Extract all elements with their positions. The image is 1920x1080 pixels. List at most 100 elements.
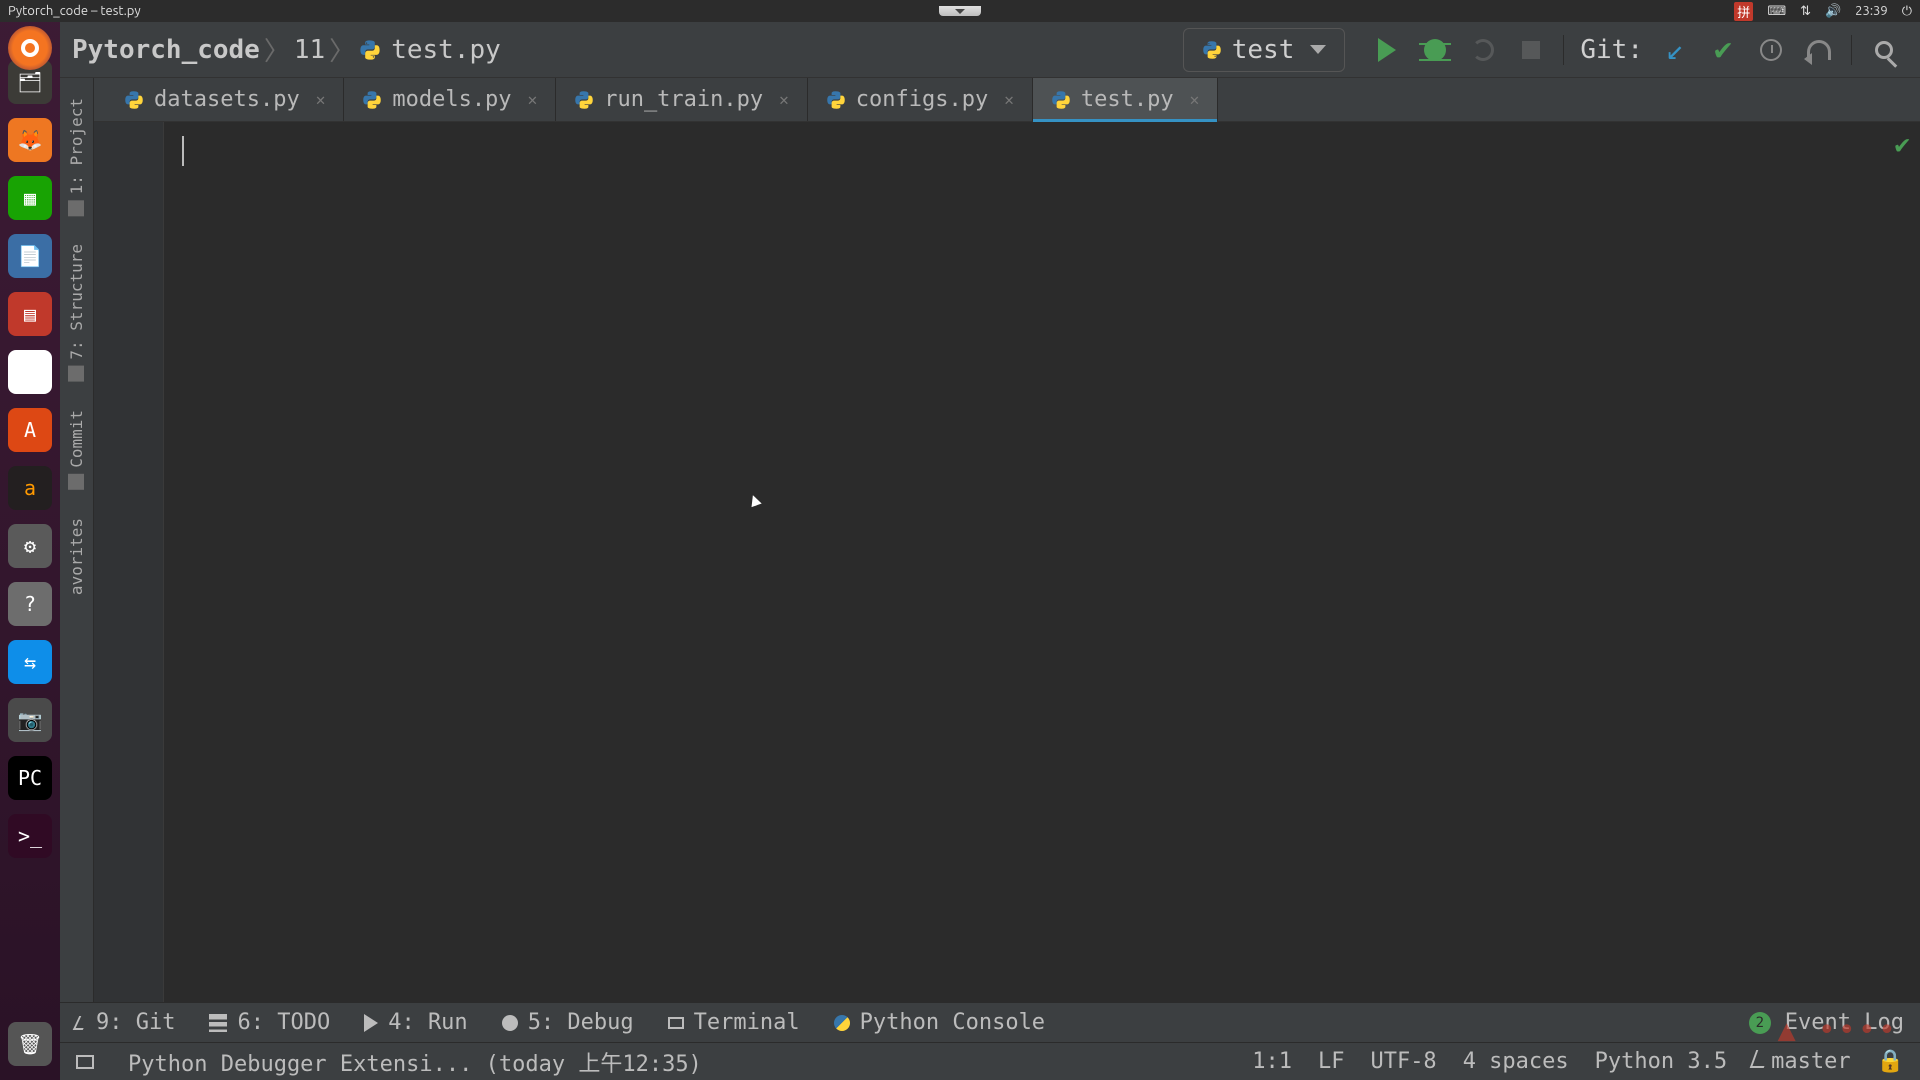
status-message[interactable]: Python Debugger Extensi... (today 上午12:3… [128,1046,702,1078]
commit-tool-tab[interactable]: Commit [67,410,86,490]
run-button[interactable] [1366,29,1408,71]
python-console-tool-tab[interactable]: Python Console [834,1010,1045,1035]
run-tool-tab[interactable]: 4: Run [364,1010,467,1035]
volume-icon[interactable]: 🔊 [1825,4,1841,19]
clock[interactable]: 23:39 [1855,4,1888,18]
play-icon [1378,38,1396,62]
tab-label: configs.py [856,87,988,112]
branch-icon [73,1016,90,1030]
search-icon [1875,41,1893,59]
dock-terminal-icon[interactable]: >_ [8,814,52,858]
debug-button[interactable] [1414,29,1456,71]
close-icon[interactable]: ✕ [779,90,789,109]
vcs-history-button[interactable] [1750,29,1792,71]
status-bar: Python Debugger Extensi... (today 上午12:3… [60,1042,1920,1080]
python-file-icon [1051,90,1071,110]
tab-label: run_train.py [604,87,763,112]
git-label: Git: [1580,35,1643,65]
structure-tool-tab[interactable]: 7: Structure [67,244,86,382]
dock-trash-icon[interactable]: 🗑 [8,1022,52,1066]
toggle-tool-windows-icon[interactable] [76,1055,94,1069]
vcs-rollback-button[interactable] [1798,29,1840,71]
run-coverage-button[interactable] [1462,29,1504,71]
keyboard-icon[interactable]: ⌨ [1767,4,1786,19]
code-editor[interactable]: ✔ ▲ [164,122,1920,1002]
commit-icon [69,474,85,490]
search-everywhere-button[interactable] [1863,29,1905,71]
network-icon[interactable]: ⇅ [1800,4,1811,19]
dock-calc-icon[interactable]: ▦ [8,176,52,220]
line-separator[interactable]: LF [1318,1049,1345,1074]
bottom-tool-tabs: 9: Git 6: TODO 4: Run 5: Debug Terminal … [60,1002,1920,1042]
structure-icon [69,366,85,382]
dock-impress-icon[interactable]: ▤ [8,292,52,336]
python-interpreter[interactable]: Python 3.5 [1595,1049,1727,1074]
ubuntu-launcher-icon[interactable] [8,26,52,70]
stop-icon [1522,41,1540,59]
dock-screenshot-icon[interactable]: 📷 [8,698,52,742]
window-title: Pytorch_code – test.py [8,4,141,18]
terminal-tool-tab[interactable]: Terminal [668,1010,800,1035]
menu-dropdown-handle[interactable] [939,6,981,16]
tab-test[interactable]: test.py ✕ [1033,78,1218,121]
dock-settings-icon[interactable]: ⚙ [8,524,52,568]
debug-tool-tab[interactable]: 5: Debug [502,1010,634,1035]
python-icon [834,1015,850,1031]
pycharm-window: Pytorch_code 〉 11 〉 test.py test Git: ↙ … [60,22,1920,1080]
python-file-icon [124,90,144,110]
close-icon[interactable]: ✕ [1190,90,1200,109]
dock-pycharm-icon[interactable]: PC [8,756,52,800]
vcs-commit-button[interactable]: ✔ [1702,29,1744,71]
file-encoding[interactable]: UTF-8 [1370,1049,1436,1074]
run-config-name: test [1232,35,1295,65]
chevron-down-icon [1310,45,1326,54]
run-configuration-selector[interactable]: test [1183,28,1346,72]
event-log-tool-tab[interactable]: 2Event Log [1749,1010,1904,1035]
breadcrumb-file[interactable]: test.py [391,35,501,65]
breadcrumb[interactable]: Pytorch_code 〉 11 〉 test.py [72,31,501,68]
git-tool-tab[interactable]: 9: Git [76,1010,175,1035]
branch-icon [1750,1050,1771,1068]
dock-writer-icon[interactable]: 📄 [8,234,52,278]
tab-label: test.py [1081,87,1174,112]
editor-tabs: datasets.py ✕ models.py ✕ run_train.py ✕… [94,78,1920,122]
left-tool-stripe: 1: Project 7: Structure Commit avorites [60,78,94,1002]
git-branch[interactable]: master [1753,1049,1850,1074]
system-menu-icon[interactable]: ⏻ [1902,4,1912,19]
dock-firefox-icon[interactable]: 🦊 [8,118,52,162]
terminal-icon [668,1017,684,1029]
dock-help-icon[interactable]: ? [8,582,52,626]
vcs-update-button[interactable]: ↙ [1654,29,1696,71]
dock-amazon-icon[interactable]: a [8,466,52,510]
analysis-ok-icon[interactable]: ✔ [1894,130,1910,160]
tray-input-method[interactable]: 拼 [1734,2,1753,21]
project-tool-tab[interactable]: 1: Project [67,98,86,216]
tab-models[interactable]: models.py ✕ [344,78,556,121]
python-file-icon [574,90,594,110]
breadcrumb-project[interactable]: Pytorch_code [72,35,260,65]
tab-configs[interactable]: configs.py ✕ [808,78,1033,121]
tab-datasets[interactable]: datasets.py ✕ [106,78,344,121]
close-icon[interactable]: ✕ [316,90,326,109]
event-count-badge: 2 [1749,1012,1771,1034]
tab-run-train[interactable]: run_train.py ✕ [556,78,808,121]
close-icon[interactable]: ✕ [528,90,538,109]
close-icon[interactable]: ✕ [1004,90,1014,109]
todo-tool-tab[interactable]: 6: TODO [209,1010,330,1035]
bug-icon [502,1015,518,1031]
os-dock: 🗂 🦊 ▦ 📄 ▤ ◉ A a ⚙ ? ⇆ 📷 PC >_ 🗑 [0,0,60,1080]
system-tray: 拼 ⌨ ⇅ 🔊 23:39 ⏻ [1734,2,1912,21]
mouse-cursor: ▲ [746,488,763,511]
dock-teamviewer-icon[interactable]: ⇆ [8,640,52,684]
tab-label: datasets.py [154,87,300,112]
dock-chrome-icon[interactable]: ◉ [8,350,52,394]
favorites-tool-tab[interactable]: avorites [67,518,86,595]
breadcrumb-folder[interactable]: 11 [294,35,325,65]
dock-software-icon[interactable]: A [8,408,52,452]
editor-gutter[interactable] [94,122,164,1002]
indent-settings[interactable]: 4 spaces [1463,1049,1569,1074]
text-cursor [182,136,184,166]
coverage-icon [1472,39,1494,61]
lock-icon[interactable]: 🔒 [1877,1049,1904,1074]
cursor-position[interactable]: 1:1 [1252,1049,1292,1074]
